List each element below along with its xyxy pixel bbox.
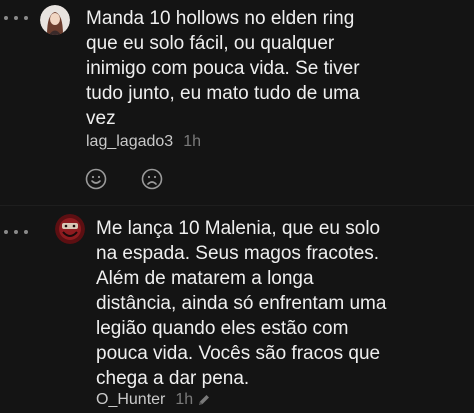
frown-icon[interactable] [141, 168, 163, 190]
smile-icon[interactable] [85, 168, 107, 190]
divider [0, 205, 474, 206]
comment-author[interactable]: O_Hunter [96, 391, 165, 409]
thread-dots-icon[interactable] [4, 230, 28, 234]
comment-time: 1h [183, 133, 201, 150]
avatar[interactable] [40, 5, 70, 35]
comment-item: Manda 10 hollows no elden ring que eu so… [0, 0, 474, 200]
comment-text: Manda 10 hollows no elden ring que eu so… [86, 8, 360, 129]
comment-item: Me lança 10 Malenia, que eu solo na espa… [0, 210, 474, 413]
comment-text: Me lança 10 Malenia, que eu solo na espa… [96, 218, 387, 389]
pencil-icon[interactable] [197, 393, 211, 407]
comment-meta: O_Hunter 1h [96, 391, 211, 409]
comment-meta: lag_lagado3 1h [86, 133, 201, 151]
comment-time: 1h [175, 391, 194, 408]
avatar[interactable] [55, 214, 85, 244]
comment-author[interactable]: lag_lagado3 [86, 133, 173, 151]
thread-dots-icon[interactable] [4, 16, 28, 20]
reaction-bar [85, 168, 163, 190]
